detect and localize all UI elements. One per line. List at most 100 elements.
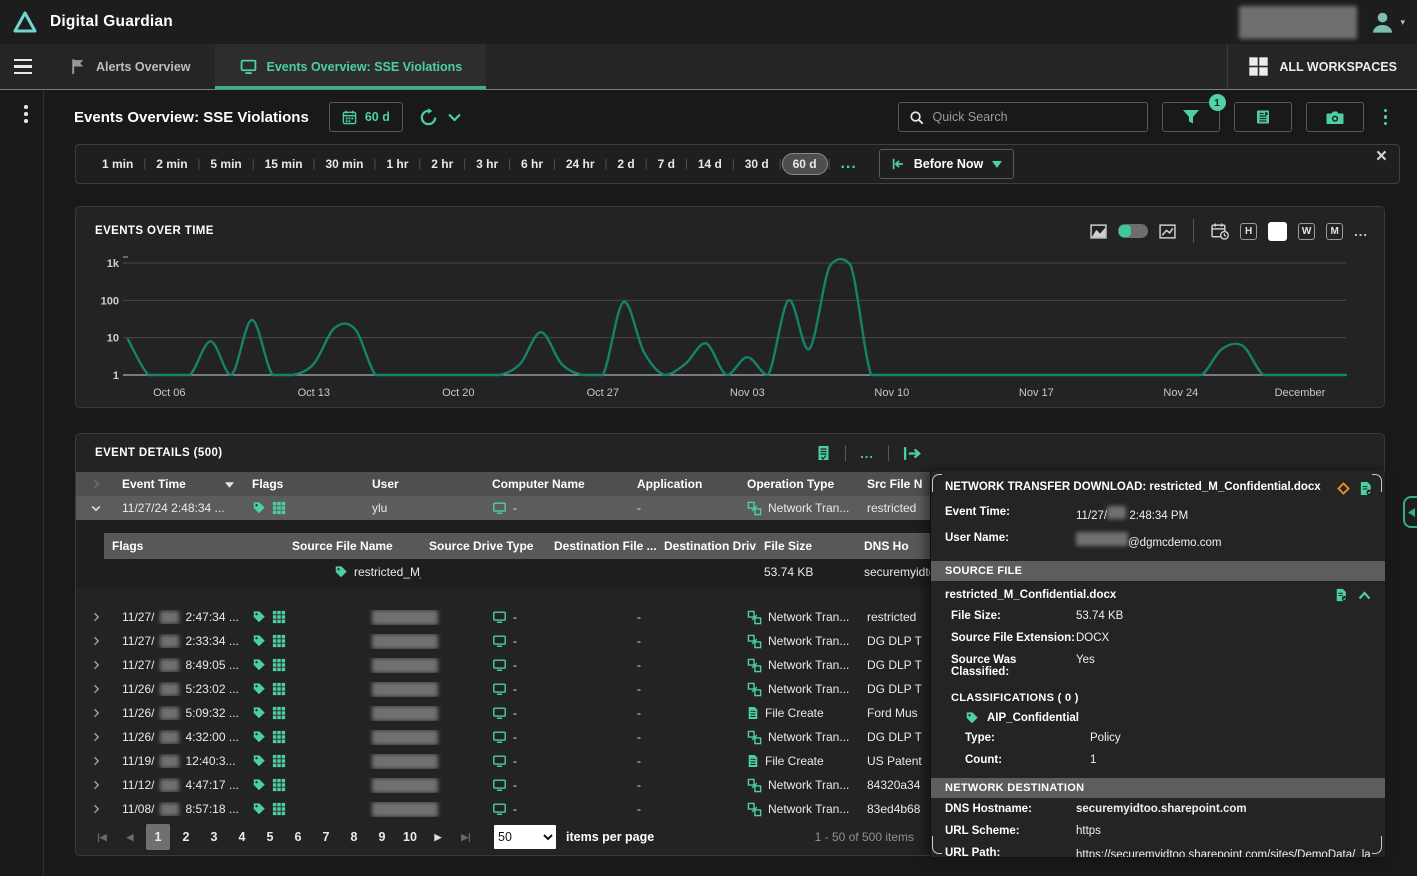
print-report-icon[interactable] (816, 445, 831, 461)
src-file-value: DG DLP T (867, 634, 922, 648)
page-button-5[interactable]: 5 (258, 824, 282, 850)
time-range-option[interactable]: 24 hr (556, 155, 605, 173)
alert-diamond-icon[interactable] (1336, 481, 1351, 496)
previous-page-icon[interactable]: ◀ (118, 824, 142, 850)
computer-value: - (513, 778, 517, 792)
page-button-8[interactable]: 8 (342, 824, 366, 850)
calendar-clock-icon[interactable] (1211, 223, 1229, 240)
page-button-6[interactable]: 6 (286, 824, 310, 850)
user-menu[interactable]: ▾ (1369, 9, 1405, 36)
report-button[interactable] (1234, 102, 1292, 132)
close-time-bar-icon[interactable]: × (1376, 147, 1387, 166)
time-range-option[interactable]: 1 min (92, 155, 143, 173)
time-range-option[interactable]: 7 d (648, 155, 685, 173)
row-expander[interactable] (76, 731, 116, 743)
column-header-user[interactable]: User (366, 477, 486, 491)
line-chart-icon[interactable] (1159, 224, 1176, 239)
row-expander[interactable] (76, 611, 116, 623)
filters-button[interactable]: 1 (1162, 102, 1220, 132)
collapse-section-chevron-icon[interactable] (1358, 591, 1371, 600)
anchor-time-dropdown[interactable]: Before Now (879, 149, 1014, 179)
hamburger-menu-icon[interactable] (0, 44, 46, 89)
panel-collapse-handle[interactable] (1403, 496, 1417, 528)
time-range-option[interactable]: 2 d (607, 155, 644, 173)
time-range-option[interactable]: 15 min (255, 155, 313, 173)
page-button-10[interactable]: 10 (398, 824, 422, 850)
chart-style-toggle[interactable] (1118, 224, 1148, 238)
row-expander[interactable] (76, 683, 116, 695)
page-button-3[interactable]: 3 (202, 824, 226, 850)
row-expander[interactable] (76, 755, 116, 767)
quick-search-input[interactable] (933, 110, 1137, 124)
sub-cell-source-file: restricted_M_... (284, 565, 421, 579)
detail-field-event-time: Event Time: 11/27/ 2:48:34 PM (931, 501, 1385, 527)
sub-column-header[interactable]: Destination File ... (546, 539, 656, 553)
row-expander[interactable] (76, 707, 116, 719)
refresh-icon[interactable] (419, 108, 438, 127)
tab-alerts-overview[interactable]: Alerts Overview (46, 44, 215, 89)
column-header-comp[interactable]: Computer Name (486, 477, 631, 491)
time-range-option[interactable]: 14 d (688, 155, 732, 173)
time-range-option[interactable]: 3 hr (466, 155, 508, 173)
interval-day-button[interactable]: D (1268, 222, 1287, 241)
chevron-down-icon: ▾ (1400, 17, 1405, 28)
toolbar-kebab-icon[interactable] (1384, 109, 1388, 126)
document-check-icon[interactable] (1359, 481, 1373, 496)
cell-user (366, 706, 486, 721)
interval-hour-button[interactable]: H (1240, 223, 1257, 240)
interval-month-button[interactable]: M (1326, 223, 1343, 240)
column-header-time[interactable]: Event Time (116, 477, 246, 491)
column-header-flags[interactable]: Flags (246, 477, 366, 491)
column-header-op[interactable]: Operation Type (741, 477, 861, 491)
page-button-4[interactable]: 4 (230, 824, 254, 850)
sub-column-header[interactable]: Source File Name (284, 539, 421, 553)
time-range-button[interactable]: 60 d (329, 102, 403, 132)
last-page-icon[interactable]: ▶| (454, 824, 478, 850)
row-expander[interactable] (76, 779, 116, 791)
page-button-1[interactable]: 1 (146, 824, 170, 850)
time-range-option[interactable]: 6 hr (511, 155, 553, 173)
time-range-more[interactable]: ... (830, 155, 866, 173)
time-range-option[interactable]: 2 hr (421, 155, 463, 173)
document-check-icon[interactable] (1335, 588, 1348, 602)
page-button-2[interactable]: 2 (174, 824, 198, 850)
time-range-option[interactable]: 30 min (315, 155, 373, 173)
area-chart-icon[interactable] (1090, 224, 1107, 239)
refresh-options-chevron-icon[interactable] (448, 113, 461, 122)
row-expander[interactable] (76, 635, 116, 647)
row-expander[interactable] (76, 803, 116, 815)
snapshot-button[interactable] (1306, 102, 1364, 132)
all-workspaces-button[interactable]: ALL WORKSPACES (1227, 44, 1417, 89)
time-range-option[interactable]: 1 hr (376, 155, 418, 173)
field-label: Event Time: (945, 506, 1076, 518)
time-range-button-label: 60 d (365, 110, 390, 124)
interval-week-button[interactable]: W (1298, 223, 1315, 240)
page-size-select[interactable]: 50 (494, 825, 556, 849)
time-range-option[interactable]: 60 d (782, 153, 828, 175)
chart-more-icon[interactable]: ... (1354, 224, 1368, 239)
time-range-option[interactable]: 30 d (735, 155, 779, 173)
time-range-option[interactable]: 5 min (200, 155, 251, 173)
tab-events-overview-sse-violations[interactable]: Events Overview: SSE Violations (215, 44, 487, 89)
sub-column-header[interactable]: Flags (104, 539, 284, 553)
camera-icon (1326, 110, 1344, 125)
first-page-icon[interactable]: |◀ (90, 824, 114, 850)
page-button-7[interactable]: 7 (314, 824, 338, 850)
page-options-kebab-icon[interactable] (24, 105, 28, 123)
sub-column-header[interactable]: Destination Driv... (656, 539, 756, 553)
app-header: Digital Guardian ▾ (0, 0, 1417, 44)
sub-column-header[interactable]: Source Drive Type (421, 539, 546, 553)
page-button-9[interactable]: 9 (370, 824, 394, 850)
cell-application: - (631, 754, 741, 768)
cell-application: - (631, 682, 741, 696)
sub-column-header[interactable]: File Size (756, 539, 856, 553)
column-header-app[interactable]: Application (631, 477, 741, 491)
source-file-row: restricted_M_Confidential.docx (931, 581, 1385, 605)
row-expander[interactable] (76, 659, 116, 671)
table-more-icon[interactable]: ... (860, 446, 874, 461)
next-page-icon[interactable]: ▶ (426, 824, 450, 850)
row-expander[interactable] (76, 502, 116, 514)
export-icon[interactable] (903, 446, 922, 461)
monitor-icon (492, 682, 507, 696)
time-range-option[interactable]: 2 min (146, 155, 197, 173)
